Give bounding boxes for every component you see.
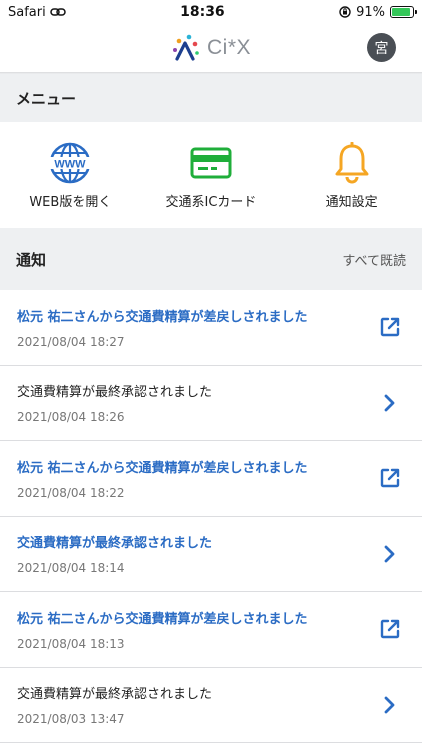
notification-row[interactable]: 松元 祐二さんから交通費精算が差戻しされました 2021/08/04 18:27 — [0, 290, 422, 366]
notification-title: 交通費精算が最終承認されました — [17, 385, 213, 401]
menu-item-label: 交通系ICカード — [165, 194, 257, 210]
notification-row[interactable]: 交通費精算が最終承認されました 2021/08/04 18:14 — [0, 517, 422, 592]
notification-list: 松元 祐二さんから交通費精算が差戻しされました 2021/08/04 18:27… — [0, 290, 422, 743]
notification-date: 2021/08/04 18:26 — [17, 410, 125, 425]
notification-row[interactable]: 交通費精算が最終承認されました 2021/08/04 18:26 — [0, 366, 422, 441]
menu-item-notification-settings[interactable]: 通知設定 — [287, 141, 417, 210]
globe-www-icon: WWW — [49, 142, 92, 183]
notification-text: 松元 祐二さんから交通費精算が差戻しされました 2021/08/04 18:13 — [17, 608, 308, 651]
svg-text:WWW: WWW — [55, 158, 87, 170]
notification-title: 松元 祐二さんから交通費精算が差戻しされました — [17, 309, 308, 325]
mark-all-read-button[interactable]: すべて既読 — [342, 250, 406, 269]
link-status-icon — [49, 8, 66, 16]
battery-icon — [389, 6, 417, 18]
notification-text: 松元 祐二さんから交通費精算が差戻しされました 2021/08/04 18:22 — [17, 457, 308, 500]
menu-title: メニュー — [16, 89, 77, 108]
notification-text: 松元 祐二さんから交通費精算が差戻しされました 2021/08/04 18:27 — [17, 306, 308, 349]
external-link-icon[interactable] — [378, 315, 402, 339]
notification-date: 2021/08/03 13:47 — [17, 712, 125, 727]
notifications-title: 通知 — [16, 250, 47, 269]
menu-grid: WWW WEB版を開く 交通系ICカード 通知設定 — [0, 122, 422, 228]
carrier-label: Safari — [8, 4, 46, 20]
status-bar-right: 91% — [339, 4, 417, 20]
external-link-icon[interactable] — [378, 466, 402, 490]
cix-logo-icon — [172, 34, 199, 61]
notification-title: 交通費精算が最終承認されました — [17, 536, 213, 552]
status-bar: Safari 18:36 91% — [0, 0, 422, 24]
bell-icon — [333, 141, 371, 183]
avatar[interactable]: 宮 — [367, 33, 396, 62]
notification-text: 交通費精算が最終承認されました 2021/08/04 18:14 — [17, 532, 212, 575]
app-logo[interactable]: Ci*X — [171, 33, 251, 63]
notification-title: 松元 祐二さんから交通費精算が差戻しされました — [17, 460, 308, 476]
notification-date: 2021/08/04 18:14 — [17, 561, 125, 576]
notification-row[interactable]: 交通費精算が最終承認されました 2021/08/03 13:47 — [0, 668, 422, 743]
clock: 18:36 — [180, 4, 225, 20]
ic-card-icon — [190, 143, 232, 183]
notification-date: 2021/08/04 18:27 — [17, 334, 125, 349]
menu-item-ic-card[interactable]: 交通系ICカード — [146, 143, 276, 210]
orientation-lock-icon — [339, 6, 351, 18]
external-link-icon[interactable] — [378, 617, 402, 641]
notification-title: 松元 祐二さんから交通費精算が差戻しされました — [17, 611, 308, 627]
notification-text: 交通費精算が最終承認されました 2021/08/04 18:26 — [17, 381, 212, 424]
chevron-right-icon[interactable] — [378, 542, 402, 566]
menu-item-web[interactable]: WWW WEB版を開く — [5, 142, 135, 210]
menu-section-header: メニュー — [0, 74, 422, 122]
app-header: Ci*X 宮 — [0, 24, 422, 72]
notifications-section-header: 通知 すべて既読 — [0, 228, 422, 290]
menu-item-label: WEB版を開く — [29, 194, 112, 210]
notification-row[interactable]: 松元 祐二さんから交通費精算が差戻しされました 2021/08/04 18:13 — [0, 592, 422, 668]
battery-percent: 91% — [356, 4, 385, 20]
status-bar-left: Safari — [8, 5, 66, 20]
battery-fill — [391, 8, 411, 16]
menu-item-label: 通知設定 — [325, 194, 378, 210]
logo-text: Ci*X — [206, 36, 251, 59]
notification-row[interactable]: 松元 祐二さんから交通費精算が差戻しされました 2021/08/04 18:22 — [0, 441, 422, 517]
notification-date: 2021/08/04 18:13 — [17, 636, 125, 651]
chevron-right-icon[interactable] — [378, 693, 402, 717]
chevron-right-icon[interactable] — [378, 391, 402, 415]
notification-date: 2021/08/04 18:22 — [17, 485, 125, 500]
notification-text: 交通費精算が最終承認されました 2021/08/03 13:47 — [17, 683, 212, 726]
notification-title: 交通費精算が最終承認されました — [17, 687, 213, 703]
